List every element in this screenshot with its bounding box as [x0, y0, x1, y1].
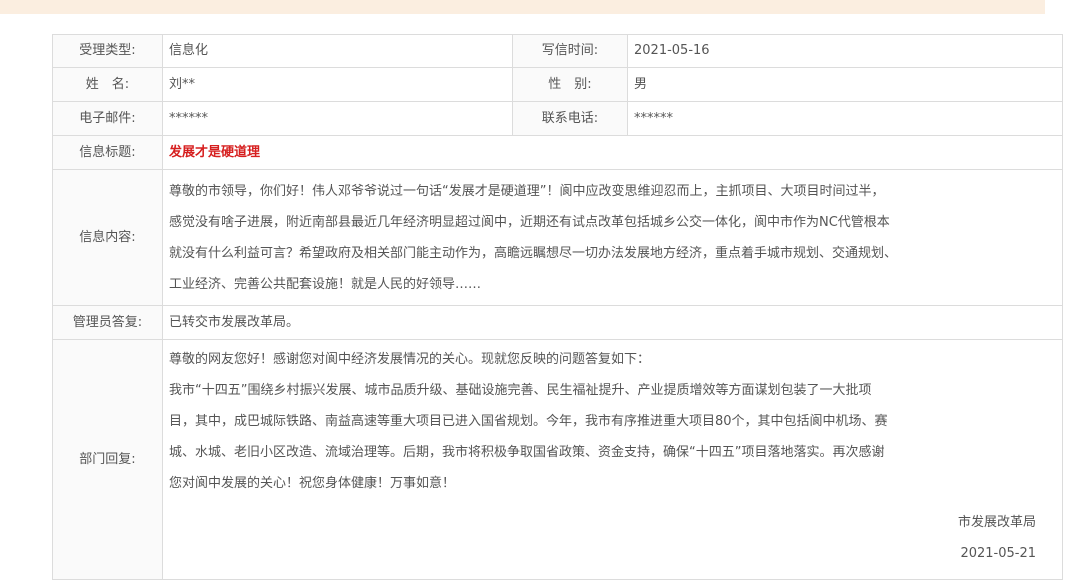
- email-value: ******: [162, 101, 513, 136]
- email-label: 电子邮件:: [52, 101, 163, 136]
- content-label: 信息内容:: [52, 169, 163, 306]
- row-type-date: 受理类型: 信息化 写信时间: 2021-05-16: [52, 34, 1063, 68]
- reply-line: 目，其中，成巴城际铁路、南益高速等重大项目已进入国省规划。今年，我市有序推进重大…: [169, 414, 888, 429]
- admin-label: 管理员答复:: [52, 305, 163, 340]
- content-line: 工业经济、完善公共配套设施！就是人民的好领导……: [169, 276, 482, 292]
- reply-line: 尊敬的网友您好！感谢您对阆中经济发展情况的关心。现就您反映的问题答复如下：: [169, 352, 651, 367]
- type-value: 信息化: [162, 34, 513, 68]
- phone-label: 联系电话:: [512, 101, 628, 136]
- row-title: 信息标题: 发展才是硬道理: [52, 135, 1063, 170]
- phone-value: ******: [627, 101, 1063, 136]
- admin-value: 已转交市发展改革局。: [162, 305, 1063, 340]
- row-admin-reply: 管理员答复: 已转交市发展改革局。: [52, 305, 1063, 340]
- reply-line: 您对阆中发展的关心！祝您身体健康！万事如意！: [169, 476, 456, 491]
- name-value: 刘**: [162, 67, 513, 102]
- reply-line: 城、水城、老旧小区改造、流域治理等。后期，我市将积极争取国省政策、资金支持，确保…: [169, 445, 885, 460]
- dept-label: 部门回复:: [52, 339, 163, 580]
- content-body: 尊敬的市领导，你们好！伟人邓爷爷说过一句话“发展才是硬道理”！阆中应改变思维迎忍…: [162, 169, 1063, 306]
- type-label: 受理类型:: [52, 34, 163, 68]
- dept-signature: 市发展改革局: [957, 515, 1036, 530]
- name-label: 姓 名:: [52, 67, 163, 102]
- top-banner: [0, 0, 1045, 14]
- row-name-gender: 姓 名: 刘** 性 别: 男: [52, 67, 1063, 102]
- dept-reply-body: 尊敬的网友您好！感谢您对阆中经济发展情况的关心。现就您反映的问题答复如下： 我市…: [162, 339, 1063, 580]
- content-line: 尊敬的市领导，你们好！伟人邓爷爷说过一句话“发展才是硬道理”！阆中应改变思维迎忍…: [169, 183, 885, 199]
- title-value: 发展才是硬道理: [162, 135, 1063, 170]
- content-line: 就没有什么利益可言？希望政府及相关部门能主动作为，高瞻远瞩想尽一切办法发展地方经…: [169, 245, 898, 261]
- row-email-phone: 电子邮件: ****** 联系电话: ******: [52, 101, 1063, 136]
- reply-line: 我市“十四五”围绕乡村振兴发展、城市品质升级、基础设施完善、民生福祉提升、产业提…: [169, 383, 872, 398]
- gender-label: 性 别:: [512, 67, 628, 102]
- gender-value: 男: [627, 67, 1063, 102]
- content-line: 感觉没有啥子进展，附近南部县最近几年经济明显超过阆中，近期还有试点改革包括城乡公…: [169, 214, 890, 230]
- date-label: 写信时间:: [512, 34, 628, 68]
- title-label: 信息标题:: [52, 135, 163, 170]
- date-value: 2021-05-16: [627, 34, 1063, 68]
- dept-reply-date: 2021-05-21: [960, 546, 1036, 561]
- row-dept-reply: 部门回复: 尊敬的网友您好！感谢您对阆中经济发展情况的关心。现就您反映的问题答复…: [52, 339, 1063, 580]
- letter-detail-table: 受理类型: 信息化 写信时间: 2021-05-16 姓 名: 刘** 性 别:…: [52, 34, 1063, 580]
- row-content: 信息内容: 尊敬的市领导，你们好！伟人邓爷爷说过一句话“发展才是硬道理”！阆中应…: [52, 169, 1063, 306]
